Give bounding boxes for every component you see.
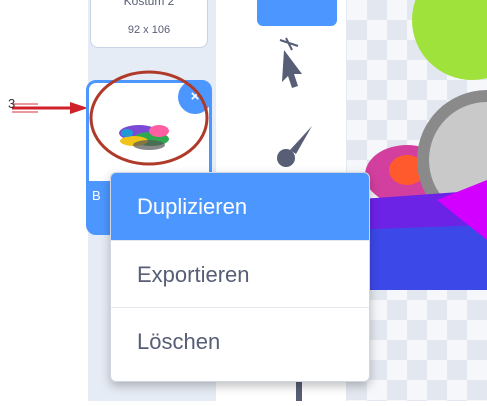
costume-number: 3	[8, 96, 16, 111]
menu-item-export[interactable]: Exportieren	[111, 240, 369, 307]
tool-handle	[296, 380, 302, 401]
menu-item-duplicate[interactable]: Duplizieren	[111, 173, 369, 240]
red-ellipse-annotation	[89, 70, 209, 166]
costume-tile[interactable]: Kostüm 2 92 x 106	[90, 0, 208, 48]
costume-label: B	[92, 188, 101, 203]
costume-name: Kostüm 2	[123, 0, 175, 8]
red-arrow-annotation	[12, 102, 88, 114]
context-menu: Duplizieren Exportieren Löschen	[110, 172, 370, 382]
menu-item-delete[interactable]: Löschen	[111, 307, 369, 374]
select-arrow-icon[interactable]	[272, 36, 312, 92]
brush-icon[interactable]	[272, 120, 320, 168]
costume-size: 92 x 106	[127, 24, 171, 36]
selected-tool-button[interactable]	[257, 0, 337, 26]
